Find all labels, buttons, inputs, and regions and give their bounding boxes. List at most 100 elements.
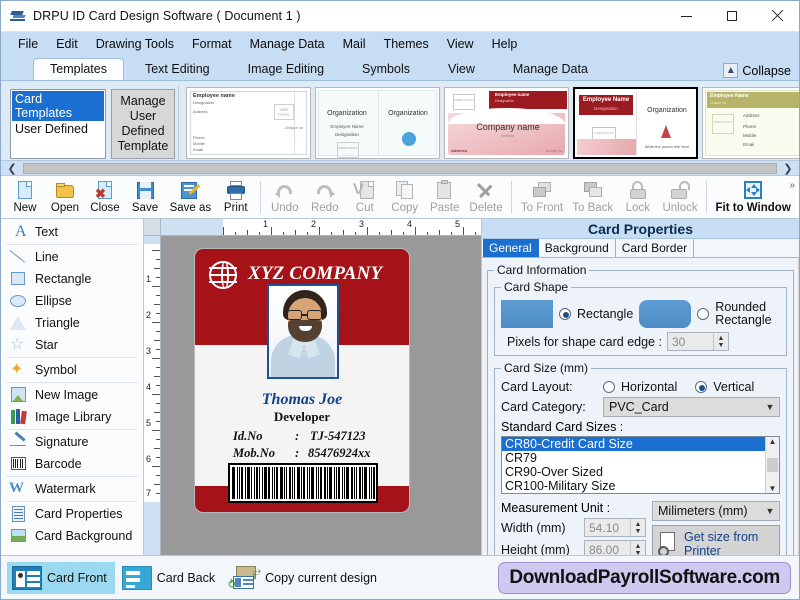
pixels-for-edge-input[interactable] xyxy=(668,334,712,350)
toolbar-lock-button[interactable]: Lock xyxy=(618,176,658,218)
scrollbar-thumb[interactable] xyxy=(767,458,778,472)
menu-item-manage-data[interactable]: Manage Data xyxy=(241,35,334,53)
stepper-arrows[interactable]: ▲▼ xyxy=(630,541,645,555)
list-item[interactable]: CR90-Over Sized xyxy=(502,465,765,479)
height-stepper[interactable]: ▲▼ xyxy=(584,540,646,555)
manage-user-defined-template-button[interactable]: Manage User Defined Template xyxy=(111,89,175,159)
tab-image-editing[interactable]: Image Editing xyxy=(231,58,341,80)
card-field-value[interactable]: 85476924xx xyxy=(308,446,371,461)
list-item[interactable]: CR100-Military Size xyxy=(502,479,765,493)
rounded-rectangle-radio[interactable] xyxy=(697,308,709,320)
width-stepper[interactable]: ▲▼ xyxy=(584,518,646,537)
tool-barcode[interactable]: Barcode xyxy=(1,453,143,475)
card-designation[interactable]: Developer xyxy=(195,409,409,425)
copy-current-design-button[interactable]: ⥂ ⥁ Copy current design xyxy=(225,562,385,594)
horizontal-radio[interactable] xyxy=(603,381,615,393)
chevron-down-icon[interactable]: ▼ xyxy=(761,506,779,516)
tool-card-properties[interactable]: Card Properties xyxy=(1,503,143,525)
toolbar-redo-button[interactable]: Redo xyxy=(305,176,345,218)
tool-text[interactable]: A Text xyxy=(1,221,143,243)
tool-new-image[interactable]: New Image xyxy=(1,384,143,406)
template-thumbnail[interactable]: Employee Name Unique no Designation USER… xyxy=(702,87,799,159)
chevron-down-icon[interactable]: ▼ xyxy=(769,484,777,493)
close-button[interactable] xyxy=(754,1,799,32)
tool-rectangle[interactable]: Rectangle xyxy=(1,268,143,290)
menu-item-themes[interactable]: Themes xyxy=(375,35,438,53)
properties-scrollbar[interactable]: ▲ ▼ xyxy=(798,258,799,555)
tool-line[interactable]: Line xyxy=(1,246,143,268)
toolbar-close-button[interactable]: ✖ Close xyxy=(85,176,125,218)
menu-item-mail[interactable]: Mail xyxy=(334,35,375,53)
standard-card-sizes-list[interactable]: CR80-Credit Card Size CR79 CR90-Over Siz… xyxy=(501,436,780,494)
list-item[interactable]: CR80-Credit Card Size xyxy=(502,437,765,451)
toolbar-save-button[interactable]: Save xyxy=(125,176,165,218)
tab-manage-data[interactable]: Manage Data xyxy=(496,58,605,80)
rectangle-radio[interactable] xyxy=(559,308,571,320)
id-card-preview[interactable]: XYZ COMPANY xyxy=(194,248,410,513)
toolbar-open-button[interactable]: Open xyxy=(45,176,85,218)
template-thumbnail[interactable]: Employee name Designation USER PHOTO Com… xyxy=(444,87,569,159)
card-field-label[interactable]: Id.No xyxy=(233,429,263,444)
tab-general[interactable]: General xyxy=(483,239,539,257)
minimize-button[interactable] xyxy=(664,1,709,32)
template-source-list[interactable]: Card Templates User Defined xyxy=(10,89,106,159)
menu-item-format[interactable]: Format xyxy=(183,35,241,53)
chevron-down-icon[interactable]: ▼ xyxy=(761,402,779,412)
tab-background[interactable]: Background xyxy=(539,239,616,257)
toolbar-undo-button[interactable]: Undo xyxy=(265,176,305,218)
toolbar-copy-button[interactable]: Copy xyxy=(385,176,425,218)
menu-item-view[interactable]: View xyxy=(438,35,483,53)
rounded-rectangle-swatch[interactable] xyxy=(639,300,691,328)
menu-item-edit[interactable]: Edit xyxy=(47,35,87,53)
vertical-ruler[interactable]: 1 2 3 4 5 6 7 xyxy=(144,236,161,555)
menu-item-drawing-tools[interactable]: Drawing Tools xyxy=(87,35,183,53)
list-scrollbar[interactable]: ▲ ▼ xyxy=(765,437,779,493)
tool-triangle[interactable]: Triangle xyxy=(1,312,143,334)
stepper-arrows[interactable]: ▲▼ xyxy=(713,333,728,350)
ribbon-scroll-track[interactable] xyxy=(23,163,777,174)
template-source-user-defined[interactable]: User Defined xyxy=(12,121,104,137)
tab-symbols[interactable]: Symbols xyxy=(345,58,427,80)
template-source-card-templates[interactable]: Card Templates xyxy=(12,91,104,121)
menu-item-help[interactable]: Help xyxy=(483,35,527,53)
tool-card-background[interactable]: Card Background xyxy=(1,525,143,547)
toolbar-paste-button[interactable]: Paste xyxy=(425,176,465,218)
toolbar-cut-button[interactable]: Cut xyxy=(345,176,385,218)
tool-watermark[interactable]: W Watermark xyxy=(1,478,143,500)
design-canvas[interactable]: XYZ COMPANY xyxy=(161,236,481,555)
toolbar-fit-to-window-button[interactable]: Fit to Window xyxy=(711,176,795,218)
card-barcode[interactable] xyxy=(228,463,378,503)
tab-view[interactable]: View xyxy=(431,58,492,80)
toolbar-overflow-button[interactable]: » xyxy=(789,180,795,191)
template-gallery[interactable]: Employee name Designation Address USER P… xyxy=(186,86,799,166)
height-input[interactable] xyxy=(585,542,629,556)
tool-image-library[interactable]: Image Library xyxy=(1,406,143,428)
card-field-label[interactable]: Mob.No xyxy=(233,446,275,461)
tab-text-editing[interactable]: Text Editing xyxy=(128,58,227,80)
pixels-for-edge-stepper[interactable]: ▲▼ xyxy=(667,332,729,351)
card-photo[interactable] xyxy=(267,284,339,379)
menu-item-file[interactable]: File xyxy=(9,35,47,53)
chevron-left-icon[interactable]: ❮ xyxy=(1,162,23,175)
template-thumbnail[interactable]: Organization Employee Name Designation U… xyxy=(315,87,440,159)
width-input[interactable] xyxy=(585,520,629,536)
stepper-arrows[interactable]: ▲▼ xyxy=(630,519,645,536)
tool-star[interactable]: ☆ Star xyxy=(1,334,143,356)
tab-card-border[interactable]: Card Border xyxy=(616,239,694,257)
tool-symbol[interactable]: ✦ Symbol xyxy=(1,359,143,381)
toolbar-new-button[interactable]: New xyxy=(5,176,45,218)
toolbar-to-back-button[interactable]: To Back xyxy=(568,176,618,218)
template-thumbnail[interactable]: Employee name Designation Address USER P… xyxy=(186,87,311,159)
horizontal-ruler[interactable]: 1 2 3 4 5 xyxy=(161,219,481,236)
template-thumbnail-selected[interactable]: Employee Name Designation USER PHOTO Org… xyxy=(573,87,698,159)
maximize-button[interactable] xyxy=(709,1,754,32)
card-front-button[interactable]: Card Front xyxy=(7,562,115,594)
toolbar-print-button[interactable]: Print xyxy=(216,176,256,218)
vertical-radio[interactable] xyxy=(695,381,707,393)
measurement-unit-select[interactable]: Milimeters (mm) ▼ xyxy=(652,501,780,521)
card-company-name[interactable]: XYZ COMPANY xyxy=(248,263,382,285)
get-size-from-printer-button[interactable]: Get size from Printer xyxy=(652,525,780,555)
tab-templates[interactable]: Templates xyxy=(33,58,124,80)
collapse-ribbon-button[interactable]: ▲ Collapse xyxy=(723,63,791,80)
card-field-value[interactable]: TJ-547123 xyxy=(310,429,366,444)
